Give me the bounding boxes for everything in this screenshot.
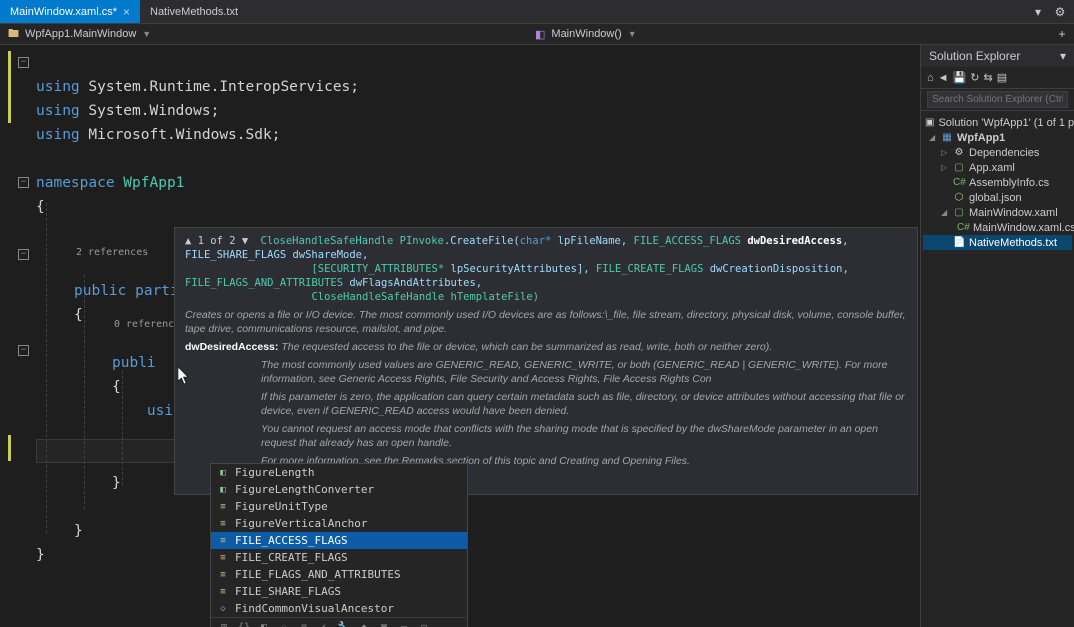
panel-title: Solution Explorer ▾ [921,45,1074,67]
intellisense-item-label: FindCommonVisualAncestor [235,597,394,621]
solution-node[interactable]: ▣ Solution 'WpfApp1' (1 of 1 project) [923,115,1072,130]
tab-label: MainWindow.xaml.cs* [10,6,117,18]
filter-icon[interactable]: ▤ [997,71,1007,84]
dependencies-icon: ⚙ [953,147,965,158]
fold-toggle[interactable] [18,177,29,188]
project-node[interactable]: ◢ ▦ WpfApp1 [923,130,1072,145]
filter-class-icon[interactable]: ◧ [257,621,271,627]
dropdown-icon[interactable]: ▾ [1030,4,1046,20]
txt-file-icon: 📄 [953,237,965,248]
filter-struct-icon[interactable]: ◦ [277,621,291,627]
expand-icon[interactable]: ◢ [941,208,949,217]
document-tabs: MainWindow.xaml.cs* × NativeMethods.txt … [0,0,1074,24]
sync-icon[interactable]: ⇆ [983,71,992,84]
intellisense-filter-bar: ⊞ {} ◧ ◦ ≡ ⚡ 🔧 ◆ ▣ ▭ ◻ [211,617,467,627]
solution-search [921,89,1074,111]
solution-icon: ▣ [925,117,934,128]
method-icon: ◇ [217,603,229,615]
filter-property-icon[interactable]: ◆ [357,621,371,627]
intellisense-item[interactable]: ◇FindCommonVisualAncestor [211,600,467,617]
gear-icon[interactable]: ⚙ [1052,4,1068,20]
code-content: using System.Runtime.InteropServices; us… [0,45,920,219]
xaml-icon: ▢ [953,207,965,218]
file-node-mainwindow-xaml[interactable]: ◢ ▢ MainWindow.xaml [923,205,1072,220]
cs-file-icon: C# [953,177,965,188]
filter-delegate-icon[interactable]: ⚡ [317,621,331,627]
class-icon: 🖿 [8,25,19,44]
member-dropdown[interactable]: MainWindow() [551,28,621,40]
filter-namespace-icon[interactable]: ▭ [397,621,411,627]
xaml-icon: ▢ [953,162,965,173]
cs-file-icon: C# [957,222,969,233]
back-icon[interactable]: ◄ [938,72,949,84]
fold-toggle[interactable] [18,57,29,68]
file-node-nativemethods[interactable]: 📄 NativeMethods.txt [923,235,1072,250]
search-input[interactable] [927,91,1068,108]
overload-nav[interactable]: ▲ 1 of 2 ▼ [185,235,248,247]
file-node-app-xaml[interactable]: ▷ ▢ App.xaml [923,160,1072,175]
filter-field-icon[interactable]: ▣ [377,621,391,627]
tab-label: NativeMethods.txt [150,6,238,18]
expand-icon[interactable]: ▷ [941,148,949,157]
home-icon[interactable]: ⌂ [927,72,934,84]
file-node-assemblyinfo[interactable]: C# AssemblyInfo.cs [923,175,1072,190]
filter-local-icon[interactable]: ⊞ [217,621,231,627]
close-icon[interactable]: × [123,5,130,19]
filter-enum-icon[interactable]: ≡ [297,621,311,627]
intellisense-popup: ◧FigureLength◧FigureLengthConverter≡Figu… [210,463,468,627]
file-node-mainwindow-cs[interactable]: C# MainWindow.xaml.cs [923,220,1072,235]
filter-interface-icon[interactable]: {} [237,621,251,627]
dependencies-node[interactable]: ▷ ⚙ Dependencies [923,145,1072,160]
filter-method-icon[interactable]: 🔧 [337,621,351,627]
solution-explorer-toolbar: ⌂ ◄ 💾 ↻ ⇆ ▤ [921,67,1074,89]
expand-icon[interactable]: ▷ [941,163,949,172]
class-dropdown[interactable]: WpfApp1.MainWindow [25,28,136,40]
save-icon[interactable]: 💾 [953,71,967,84]
tab-nativemethods[interactable]: NativeMethods.txt [140,0,248,23]
param-summary: Creates or opens a file or I/O device. T… [185,308,907,336]
tab-mainwindow-cs[interactable]: MainWindow.xaml.cs* × [0,0,140,23]
solution-explorer: Solution Explorer ▾ ⌂ ◄ 💾 ↻ ⇆ ▤ ▣ Soluti… [920,45,1074,627]
filter-snippet-icon[interactable]: ◻ [417,621,431,627]
chevron-down-icon[interactable]: ▼ [142,29,151,39]
method-icon: ◧ [535,28,545,41]
csproj-icon: ▦ [941,132,953,143]
change-indicator [8,51,11,123]
solution-tree: ▣ Solution 'WpfApp1' (1 of 1 project) ◢ … [921,111,1074,627]
file-node-globaljson[interactable]: ⬡ global.json [923,190,1072,205]
code-editor[interactable]: using System.Runtime.InteropServices; us… [0,45,920,627]
code-nav-bar: 🖿 WpfApp1.MainWindow ▼ ◧ MainWindow() ▼ … [0,24,1074,45]
dropdown-icon[interactable]: ▾ [1060,49,1066,63]
expand-icon[interactable]: ◢ [929,133,937,142]
chevron-down-icon[interactable]: ▼ [628,29,637,39]
json-icon: ⬡ [953,192,965,203]
plus-icon[interactable]: + [1054,26,1070,42]
parameter-info-tooltip: ▲ 1 of 2 ▼ CloseHandleSafeHandle PInvoke… [174,227,918,495]
refresh-icon[interactable]: ↻ [970,71,979,84]
